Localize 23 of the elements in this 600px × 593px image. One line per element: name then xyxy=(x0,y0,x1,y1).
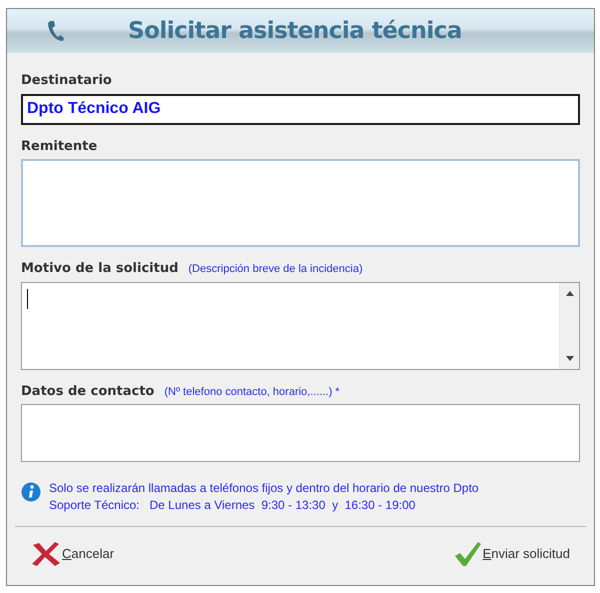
contact-field[interactable] xyxy=(21,404,580,462)
phone-icon xyxy=(47,20,65,42)
info-icon xyxy=(21,482,41,502)
field-hint: (Nº telefono contacto, horario,......) xyxy=(164,384,332,400)
recipient-field[interactable]: Dpto Técnico AIG xyxy=(21,94,580,124)
scroll-down-icon[interactable] xyxy=(566,356,574,360)
field-hint: (Descripción breve de la incidencia) xyxy=(188,262,363,277)
cross-icon xyxy=(31,541,61,567)
info-text: Solo se realizarán llamadas a teléfonos fijos y dentro del horario de nuestro Dpto Soporte Técnico: De Lunes a Viernes 9:30 - 13:30 y 16:30 - 19:00 xyxy=(49,480,479,514)
window-title: Solicitar asistencia técnica xyxy=(128,16,462,46)
field-label: Datos de contacto xyxy=(21,382,154,400)
field-label: Destinatario xyxy=(21,72,112,90)
field-label: Remitente xyxy=(21,138,98,156)
checkmark-icon xyxy=(454,541,482,567)
sender-field[interactable] xyxy=(21,159,580,247)
send-button[interactable]: Enviar solicitud xyxy=(454,541,570,567)
scroll-up-icon[interactable] xyxy=(566,290,574,296)
scrollbar[interactable] xyxy=(559,282,579,368)
field-label: Motivo de la solicitud xyxy=(21,260,178,278)
reason-field[interactable] xyxy=(21,282,580,370)
required-mark: * xyxy=(335,384,340,400)
cancel-button[interactable]: Cancelar xyxy=(31,541,114,567)
text-cursor xyxy=(27,288,28,308)
